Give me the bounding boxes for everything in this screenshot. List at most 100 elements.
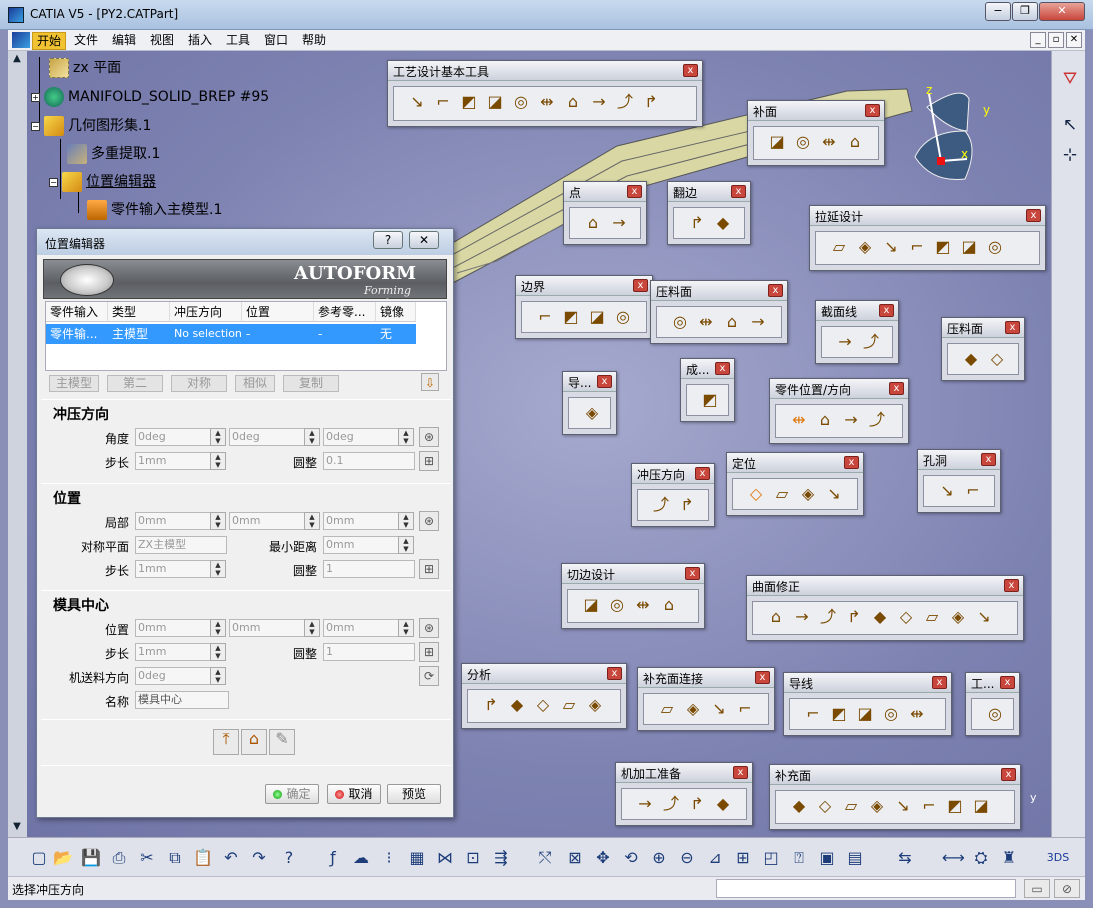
spinner-icon[interactable]: ▲ ▼ [210,667,226,685]
redo-icon[interactable]: ↷ [248,847,270,869]
menu-help[interactable]: 帮助 [298,32,330,50]
toolbar-close-button[interactable]: x [695,467,710,480]
download-icon[interactable]: ⇩ [421,373,439,391]
wire-c-icon[interactable]: ◪ [854,703,876,725]
analysis-b-icon[interactable]: ◆ [506,694,528,716]
main-model-button[interactable]: 主模型 [49,375,99,392]
pos-round-select[interactable]: 1 [323,560,415,578]
feed-dir-field[interactable]: 0deg [135,667,211,685]
scroll-down-icon[interactable]: ▼ [10,821,24,835]
patch-icon[interactable]: ◪ [484,91,506,113]
multi-view-icon[interactable]: ⊞ [732,847,754,869]
rotate-icon[interactable]: ⟲ [620,847,642,869]
toolbar-close-button[interactable]: x [1026,209,1041,222]
addsurf-b-icon[interactable]: ◇ [814,795,836,817]
boundary-c-icon[interactable]: ◪ [586,306,608,328]
menu-start[interactable]: 开始 [32,32,67,50]
toolbar-close-button[interactable]: x [1004,579,1019,592]
draw-c-icon[interactable]: ↘ [880,236,902,258]
toolbar-close-button[interactable]: x [865,104,880,117]
toolbar-header[interactable]: 导线 x [784,673,951,693]
section-a-icon[interactable]: → [834,331,856,353]
position-tool-icon[interactable]: ⌂ [241,729,267,755]
tree-node-part-input[interactable]: 零件输入主模型.1 [87,199,222,221]
restore-button[interactable]: ❐ [1012,2,1038,21]
locate-a-icon[interactable]: ◇ [745,483,767,505]
new-icon[interactable]: ▢ [28,847,50,869]
toolbar-header[interactable]: 边界 x [516,276,652,296]
name-field[interactable]: 模具中心 [135,691,229,709]
toolbar-close-button[interactable]: x [1005,321,1020,334]
minimize-button[interactable]: − [985,2,1011,21]
formula-icon[interactable]: ƒ [322,847,344,869]
col-header-type[interactable]: 类型 [108,302,170,322]
toolbar-header[interactable]: 导... x [563,372,616,392]
angle-z-field[interactable]: 0deg [323,428,399,446]
wire-a-icon[interactable]: ⌐ [802,703,824,725]
toolbar-close-button[interactable]: x [733,766,748,779]
round-options-icon[interactable]: ⊞ [419,559,439,579]
table-cell[interactable]: 主模型 [108,324,170,344]
col-header-press-dir[interactable]: 冲压方向 [170,302,242,322]
graph-icon[interactable]: ⋈ [434,847,456,869]
select-icon[interactable]: ↖ [1058,113,1082,137]
tool-icon[interactable]: ◎ [984,703,1006,725]
toolbar-header[interactable]: 补面 x [748,101,884,121]
binder-b-icon[interactable]: ⇹ [695,311,717,333]
spinner-icon[interactable]: ▲ ▼ [398,512,414,530]
locate-b-icon[interactable]: ▱ [771,483,793,505]
toolbar-close-button[interactable]: x [844,456,859,469]
wire-d-icon[interactable]: ◎ [880,703,902,725]
angle-x-field[interactable]: 0deg [135,428,211,446]
menu-file[interactable]: 文件 [70,32,102,50]
toolbar-header[interactable]: 成... x [681,359,734,379]
menu-window[interactable]: 窗口 [260,32,292,50]
die-x-field[interactable]: 0mm [135,619,211,637]
menu-edit[interactable]: 编辑 [108,32,140,50]
cancel-button[interactable]: 取消 [327,784,381,804]
addendum-d-icon[interactable]: ⌐ [734,698,756,720]
min-dist-field[interactable]: 0mm [323,536,399,554]
toolbar-header[interactable]: 翻边 x [668,182,750,202]
draw-b-icon[interactable]: ◈ [854,236,876,258]
addsurf-c-icon[interactable]: ▱ [840,795,862,817]
toolbar-close-button[interactable]: x [685,567,700,580]
col-header-position[interactable]: 位置 [242,302,314,322]
guide-icon[interactable]: ◈ [581,402,603,424]
patch-c-icon[interactable]: ⇹ [818,131,840,153]
round-options-icon[interactable]: ⊞ [419,451,439,471]
analysis-icon[interactable]: ⤲ [534,847,556,869]
preview-button[interactable]: 预览 [387,784,441,804]
zoom-out-icon[interactable]: ⊖ [676,847,698,869]
boundary-a-icon[interactable]: ⌐ [534,306,556,328]
die-point-pick-icon[interactable]: ⊛ [419,618,439,638]
toolbar-close-button[interactable]: x [627,185,642,198]
trim-b-icon[interactable]: ◎ [606,594,628,616]
doc-minimize-button[interactable]: _ [1030,32,1046,48]
toolbar-close-button[interactable]: x [879,304,894,317]
hole-b-icon[interactable]: ⌐ [962,480,984,502]
machining-a-icon[interactable]: → [634,793,656,815]
ok-button[interactable]: 确定 [265,784,319,804]
lock-icon[interactable]: ⊡ [462,847,484,869]
axis-pick-icon[interactable]: ⊛ [419,427,439,447]
machining-b-icon[interactable]: ⤴ [660,793,682,815]
comment-icon[interactable]: ☁ [350,847,372,869]
inertia-icon[interactable]: ⛭ [970,847,992,869]
similar-button[interactable]: 相似 [235,375,275,392]
die-icon[interactable]: ⌂ [562,91,584,113]
toolbar-close-button[interactable]: x [597,375,612,388]
toolbar-close-button[interactable]: x [755,671,770,684]
pos-step-field[interactable]: 1mm [135,560,211,578]
spinner-icon[interactable]: ▲ ▼ [398,536,414,554]
copy-button[interactable]: 复制 [283,375,339,392]
pan-icon[interactable]: ✥ [592,847,614,869]
document-icon[interactable] [12,32,30,48]
trim-d-icon[interactable]: ⌂ [658,594,680,616]
collapse-icon[interactable]: − [31,121,40,131]
lift-icon[interactable]: ⤴ [614,91,636,113]
section-b-icon[interactable]: ⤴ [860,331,882,353]
status-stop-icon[interactable]: ⊘ [1054,879,1080,898]
toolbar-header[interactable]: 机加工准备 x [616,763,752,783]
knowledge-icon[interactable]: ⁝ [378,847,400,869]
